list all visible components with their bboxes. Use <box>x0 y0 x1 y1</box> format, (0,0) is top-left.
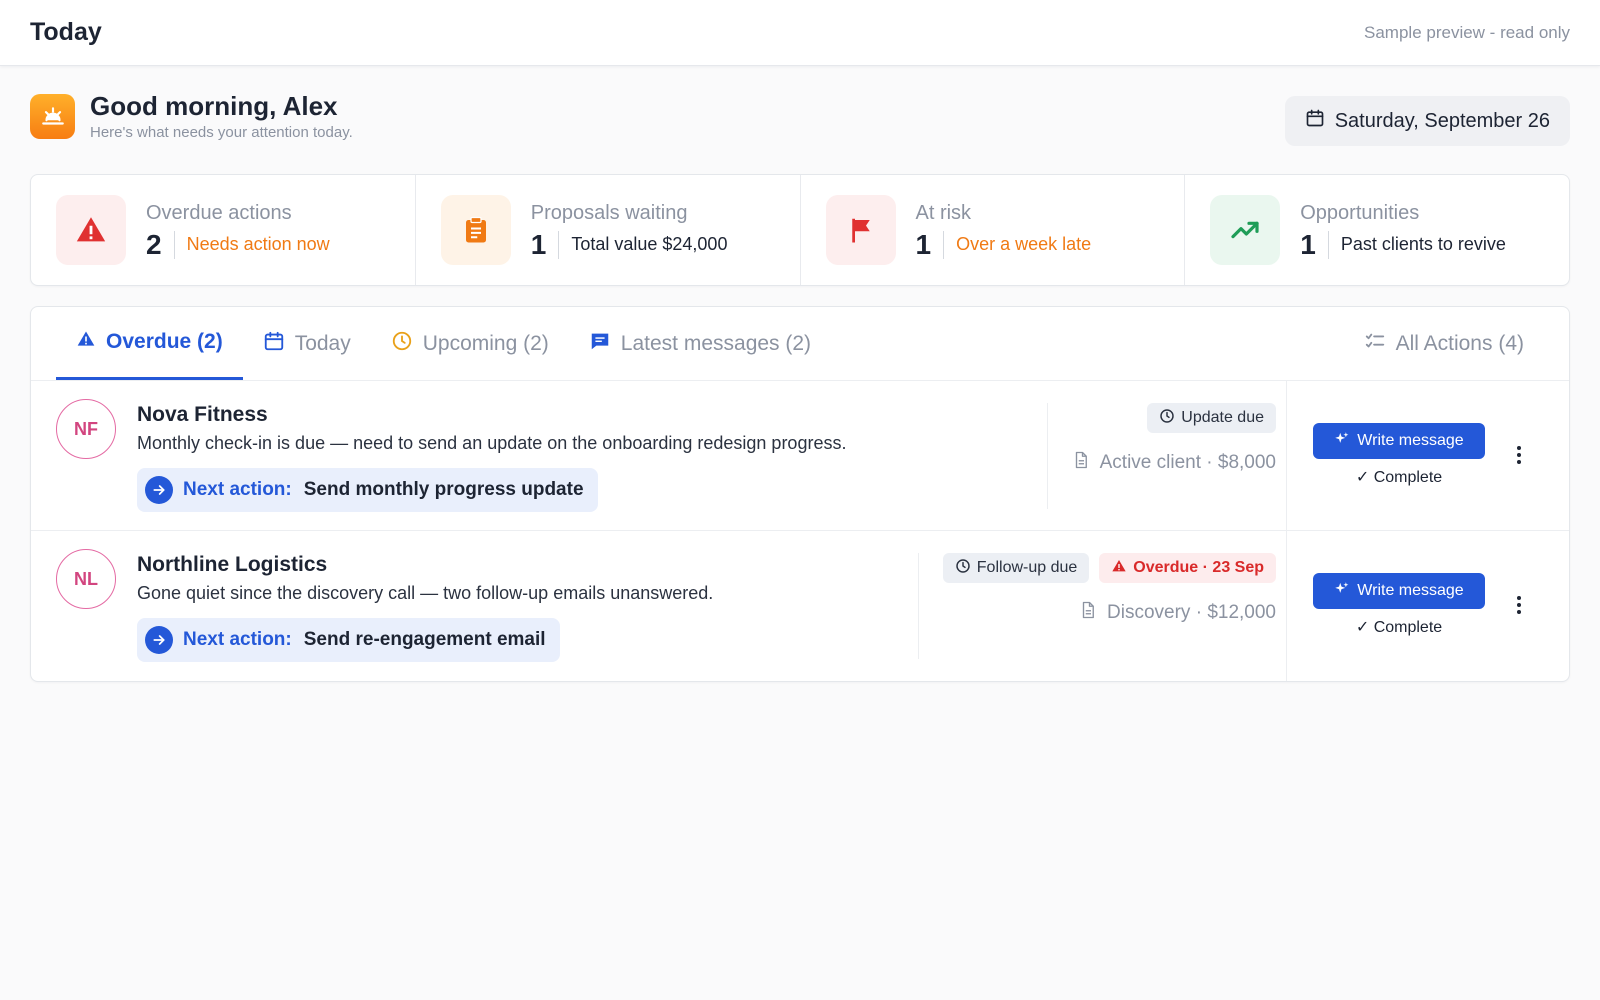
write-message-label: Write message <box>1357 432 1464 449</box>
top-bar: Today Sample preview - read only <box>0 0 1600 66</box>
tab-label: All Actions (4) <box>1395 331 1524 355</box>
tab-label: Today <box>294 331 351 355</box>
clock-icon <box>391 330 413 358</box>
stat-label: Proposals waiting <box>530 201 688 224</box>
document-icon <box>1079 601 1097 625</box>
sparkle-icon <box>1334 431 1349 451</box>
avatar: NL <box>56 549 116 609</box>
document-icon <box>1072 451 1090 475</box>
stat-label: At risk <box>915 201 972 224</box>
overdue-badge: Overdue · 23 Sep <box>1099 553 1276 583</box>
stat-value: 2 <box>146 230 175 259</box>
tab-label: Overdue (2) <box>106 330 223 353</box>
next-action-chip[interactable]: Next action: Send monthly progress updat… <box>137 468 598 512</box>
action-row-nova-fitness: NF Nova Fitness Monthly check-in is due … <box>31 381 1569 531</box>
action-row-northline-logistics: NL Northline Logistics Gone quiet since … <box>31 531 1569 681</box>
row-meta: Follow-up due Overdue · 23 Sep Discovery… <box>917 553 1276 659</box>
row-actions: Write message ✓ Complete <box>1286 381 1569 531</box>
status-badge-label: Follow-up due <box>976 559 1078 576</box>
date-label: Saturday, September 26 <box>1334 109 1550 132</box>
status-badge: Follow-up due <box>942 553 1090 583</box>
overdue-badge-label: Overdue · 23 Sep <box>1133 559 1264 576</box>
greeting-subtitle: Here's what needs your attention today. <box>90 124 353 141</box>
tab-label: Upcoming (2) <box>422 331 549 355</box>
complete-label: Complete <box>1373 619 1443 636</box>
tab-overdue[interactable]: Overdue (2) <box>56 307 243 380</box>
chat-icon <box>589 330 611 358</box>
stat-description: Needs action now <box>186 234 330 254</box>
stat-label: Opportunities <box>1300 201 1420 224</box>
tab-bar: Overdue (2) Today Upcoming (2) Latest me… <box>31 307 1569 381</box>
next-action-value: Send monthly progress update <box>303 479 584 500</box>
stats-bar: Overdue actions 2 Needs action now Propo… <box>30 174 1570 286</box>
complete-label: Complete <box>1373 469 1443 486</box>
tab-latest-messages[interactable]: Latest messages (2) <box>569 307 831 380</box>
trending-up-icon <box>1210 195 1281 265</box>
client-description: Gone quiet since the discovery call — tw… <box>137 583 714 603</box>
stat-description: Total value $24,000 <box>571 234 728 254</box>
sunrise-icon <box>30 94 75 139</box>
client-description: Monthly check-in is due — need to send a… <box>137 433 847 453</box>
next-action-label: Next action: <box>183 479 292 500</box>
actions-panel: Overdue (2) Today Upcoming (2) Latest me… <box>30 306 1570 682</box>
warning-triangle-icon <box>1111 558 1127 579</box>
stat-description: Past clients to revive <box>1340 234 1506 254</box>
row-meta: Update due Active client · $8,000 <box>1046 403 1276 509</box>
arrow-right-icon <box>145 626 173 654</box>
more-options-icon[interactable] <box>1509 441 1529 469</box>
warning-triangle-icon <box>56 195 126 265</box>
checklist-icon <box>1364 330 1386 358</box>
calendar-icon <box>1305 108 1325 134</box>
calendar-icon <box>263 330 285 358</box>
date-button[interactable]: Saturday, September 26 <box>1284 96 1570 146</box>
client-value: Active client · $8,000 <box>1099 452 1276 473</box>
stat-value: 1 <box>531 230 560 259</box>
clock-icon <box>1159 408 1175 429</box>
clock-icon <box>955 558 971 579</box>
status-badge: Update due <box>1147 403 1276 433</box>
write-message-label: Write message <box>1357 582 1464 599</box>
stat-proposals-waiting[interactable]: Proposals waiting 1 Total value $24,000 <box>416 175 801 285</box>
stat-opportunities[interactable]: Opportunities 1 Past clients to revive <box>1185 175 1569 285</box>
write-message-button[interactable]: Write message <box>1313 423 1485 459</box>
tab-label: Latest messages (2) <box>620 331 812 355</box>
tab-today[interactable]: Today <box>243 307 371 380</box>
stat-overdue-actions[interactable]: Overdue actions 2 Needs action now <box>31 175 416 285</box>
clipboard-icon <box>440 195 511 265</box>
check-icon: ✓ <box>1355 619 1370 636</box>
check-icon: ✓ <box>1355 469 1370 486</box>
readonly-notice: Sample preview - read only <box>1364 22 1570 42</box>
greeting-title: Good morning, Alex <box>90 91 338 121</box>
complete-button[interactable]: ✓ Complete <box>1313 617 1485 637</box>
arrow-right-icon <box>145 476 173 504</box>
avatar: NF <box>56 399 116 459</box>
stat-description: Over a week late <box>956 234 1092 254</box>
stat-at-risk[interactable]: At risk 1 Over a week late <box>801 175 1186 285</box>
next-action-value: Send re-engagement email <box>303 629 546 650</box>
complete-button[interactable]: ✓ Complete <box>1313 467 1485 487</box>
tab-all-actions[interactable]: All Actions (4) <box>1344 307 1544 380</box>
stat-value: 1 <box>1300 230 1329 259</box>
more-options-icon[interactable] <box>1509 591 1529 619</box>
flag-icon <box>825 195 896 265</box>
sparkle-icon <box>1334 581 1349 601</box>
warning-triangle-icon <box>76 329 96 355</box>
status-badge-label: Update due <box>1181 409 1264 426</box>
page-title: Today <box>30 18 102 46</box>
stat-label: Overdue actions <box>146 201 292 224</box>
client-name[interactable]: Nova Fitness <box>137 403 846 427</box>
write-message-button[interactable]: Write message <box>1313 573 1485 609</box>
client-name[interactable]: Northline Logistics <box>137 553 713 577</box>
client-value: Discovery · $12,000 <box>1107 602 1276 623</box>
stat-value: 1 <box>916 230 945 259</box>
row-actions: Write message ✓ Complete <box>1286 531 1569 681</box>
next-action-label: Next action: <box>183 629 292 650</box>
next-action-chip[interactable]: Next action: Send re-engagement email <box>137 618 560 662</box>
tab-upcoming[interactable]: Upcoming (2) <box>371 307 569 380</box>
